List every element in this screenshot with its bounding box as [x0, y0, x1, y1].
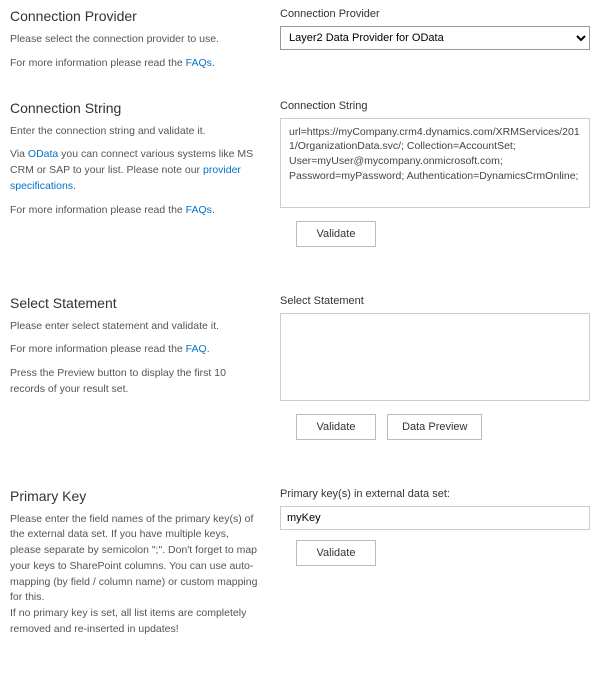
connection-string-desc: Enter the connection string and validate… — [10, 124, 260, 140]
validate-select-button[interactable]: Validate — [296, 414, 376, 440]
primary-key-field: Primary key(s) in external data set: Val… — [280, 488, 590, 646]
select-statement-label: Select Statement — [280, 295, 590, 307]
connection-string-field: Connection String url=https://myCompany.… — [280, 100, 590, 247]
select-statement-title: Select Statement — [10, 295, 260, 311]
primary-key-title: Primary Key — [10, 488, 260, 504]
select-statement-preview-desc: Press the Preview button to display the … — [10, 366, 260, 398]
faq-link[interactable]: FAQ — [186, 343, 207, 355]
connection-provider-info: For more information please read the FAQ… — [10, 56, 260, 72]
connection-string-help: Connection String Enter the connection s… — [10, 100, 280, 247]
select-statement-help: Select Statement Please enter select sta… — [10, 295, 280, 440]
connection-provider-help: Connection Provider Please select the co… — [10, 8, 280, 80]
connection-string-info: For more information please read the FAQ… — [10, 203, 260, 219]
connection-provider-label: Connection Provider — [280, 8, 590, 20]
connection-string-section: Connection String Enter the connection s… — [10, 100, 590, 247]
primary-key-desc: Please enter the field names of the prim… — [10, 512, 260, 638]
data-preview-button[interactable]: Data Preview — [387, 414, 482, 440]
connection-provider-field: Connection Provider Layer2 Data Provider… — [280, 8, 590, 80]
primary-key-input[interactable] — [280, 506, 590, 530]
connection-provider-title: Connection Provider — [10, 8, 260, 24]
connection-string-via: Via OData you can connect various system… — [10, 147, 260, 194]
faqs-link-2[interactable]: FAQs — [186, 204, 212, 216]
select-statement-field: Select Statement Validate Data Preview — [280, 295, 590, 440]
select-statement-desc: Please enter select statement and valida… — [10, 319, 260, 335]
validate-primary-key-button[interactable]: Validate — [296, 540, 376, 566]
odata-link[interactable]: OData — [28, 148, 58, 160]
primary-key-section: Primary Key Please enter the field names… — [10, 488, 590, 646]
select-statement-info: For more information please read the FAQ… — [10, 342, 260, 358]
connection-provider-section: Connection Provider Please select the co… — [10, 8, 590, 80]
connection-string-title: Connection String — [10, 100, 260, 116]
connection-string-label: Connection String — [280, 100, 590, 112]
primary-key-help: Primary Key Please enter the field names… — [10, 488, 280, 646]
primary-key-label: Primary key(s) in external data set: — [280, 488, 590, 500]
connection-string-input[interactable]: url=https://myCompany.crm4.dynamics.com/… — [280, 118, 590, 208]
select-statement-input[interactable] — [280, 313, 590, 401]
connection-provider-desc: Please select the connection provider to… — [10, 32, 260, 48]
validate-connection-button[interactable]: Validate — [296, 221, 376, 247]
select-statement-section: Select Statement Please enter select sta… — [10, 295, 590, 440]
connection-provider-select[interactable]: Layer2 Data Provider for OData — [280, 26, 590, 50]
faqs-link[interactable]: FAQs — [186, 57, 212, 69]
